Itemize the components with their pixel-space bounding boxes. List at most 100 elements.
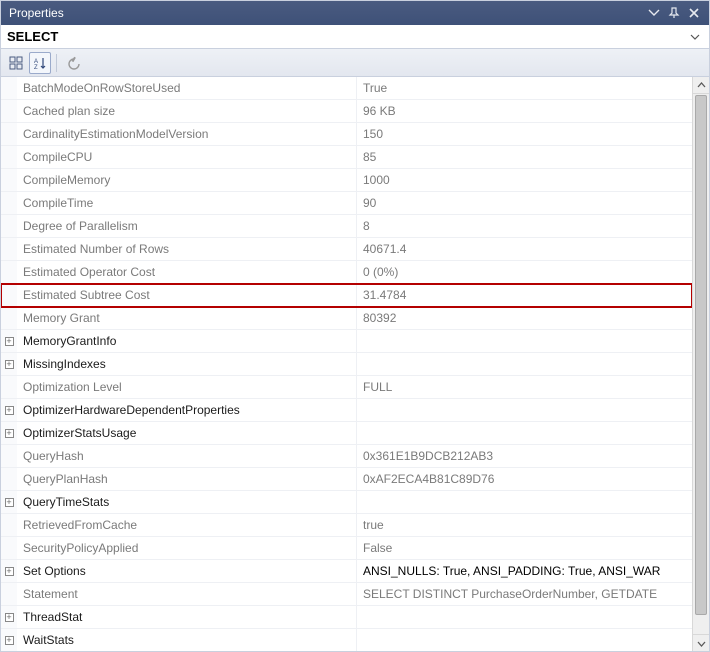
vertical-scrollbar[interactable] (692, 77, 709, 651)
property-name: MemoryGrantInfo (17, 330, 357, 352)
expand-spacer (1, 238, 17, 260)
property-name: Statement (17, 583, 357, 605)
property-name: Cached plan size (17, 100, 357, 122)
property-row[interactable]: +OptimizerStatsUsage (1, 422, 692, 445)
property-row[interactable]: +Set OptionsANSI_NULLS: True, ANSI_PADDI… (1, 560, 692, 583)
property-row[interactable]: BatchModeOnRowStoreUsedTrue (1, 77, 692, 100)
property-name: Estimated Number of Rows (17, 238, 357, 260)
expand-spacer (1, 284, 17, 306)
properties-grid[interactable]: BatchModeOnRowStoreUsedTrueCached plan s… (1, 77, 692, 651)
property-row[interactable]: CompileMemory1000 (1, 169, 692, 192)
toolbar-separator (56, 54, 57, 72)
property-row[interactable]: CardinalityEstimationModelVersion150 (1, 123, 692, 146)
property-row[interactable]: CompileTime90 (1, 192, 692, 215)
property-row[interactable]: Estimated Number of Rows40671.4 (1, 238, 692, 261)
property-name: Memory Grant (17, 307, 357, 329)
property-row[interactable]: QueryPlanHash0xAF2ECA4B81C89D76 (1, 468, 692, 491)
expand-toggle[interactable]: + (1, 422, 17, 444)
property-value[interactable]: ANSI_NULLS: True, ANSI_PADDING: True, AN… (357, 560, 692, 582)
window-options-icon[interactable] (645, 4, 663, 22)
property-value: 150 (357, 123, 692, 145)
property-name: SecurityPolicyApplied (17, 537, 357, 559)
property-name: QueryPlanHash (17, 468, 357, 490)
plus-icon: + (5, 636, 14, 645)
property-row[interactable]: Cached plan size96 KB (1, 100, 692, 123)
property-name: Estimated Subtree Cost (17, 284, 357, 306)
property-name: Degree of Parallelism (17, 215, 357, 237)
property-value: 8 (357, 215, 692, 237)
property-row[interactable]: +ThreadStat (1, 606, 692, 629)
property-value: 0 (0%) (357, 261, 692, 283)
property-value[interactable] (357, 330, 692, 352)
property-row[interactable]: Estimated Subtree Cost31.4784 (1, 284, 692, 307)
property-value: true (357, 514, 692, 536)
scroll-down-arrow[interactable] (693, 634, 709, 651)
expand-toggle[interactable]: + (1, 629, 17, 651)
property-value: 96 KB (357, 100, 692, 122)
property-row[interactable]: Degree of Parallelism8 (1, 215, 692, 238)
property-name: CompileCPU (17, 146, 357, 168)
property-name: ThreadStat (17, 606, 357, 628)
expand-spacer (1, 77, 17, 99)
property-row[interactable]: Memory Grant80392 (1, 307, 692, 330)
expand-spacer (1, 215, 17, 237)
plus-icon: + (5, 360, 14, 369)
property-value[interactable] (357, 422, 692, 444)
expand-spacer (1, 376, 17, 398)
expand-toggle[interactable]: + (1, 353, 17, 375)
expand-toggle[interactable]: + (1, 330, 17, 352)
expand-spacer (1, 445, 17, 467)
property-row[interactable]: StatementSELECT DISTINCT PurchaseOrderNu… (1, 583, 692, 606)
property-value: 31.4784 (357, 284, 692, 306)
alphabetical-button[interactable]: AZ (29, 52, 51, 74)
property-row[interactable]: QueryHash0x361E1B9DCB212AB3 (1, 445, 692, 468)
property-row[interactable]: CompileCPU85 (1, 146, 692, 169)
property-value: 1000 (357, 169, 692, 191)
scroll-thumb[interactable] (695, 95, 707, 615)
property-value[interactable] (357, 606, 692, 628)
property-value: FULL (357, 376, 692, 398)
object-dropdown-icon[interactable] (687, 29, 703, 45)
property-value: 85 (357, 146, 692, 168)
window-title: Properties (9, 6, 643, 20)
plus-icon: + (5, 406, 14, 415)
close-icon[interactable] (685, 4, 703, 22)
property-row[interactable]: +OptimizerHardwareDependentProperties (1, 399, 692, 422)
property-row[interactable]: +QueryTimeStats (1, 491, 692, 514)
property-value[interactable] (357, 629, 692, 651)
property-row[interactable]: +MissingIndexes (1, 353, 692, 376)
title-bar: Properties (1, 1, 709, 25)
expand-toggle[interactable]: + (1, 399, 17, 421)
expand-toggle[interactable]: + (1, 606, 17, 628)
expand-spacer (1, 514, 17, 536)
property-row[interactable]: +MemoryGrantInfo (1, 330, 692, 353)
property-name: QueryHash (17, 445, 357, 467)
property-name: MissingIndexes (17, 353, 357, 375)
categorized-button[interactable] (5, 52, 27, 74)
property-name: BatchModeOnRowStoreUsed (17, 77, 357, 99)
property-value: False (357, 537, 692, 559)
property-row[interactable]: +WaitStats (1, 629, 692, 651)
property-row[interactable]: RetrievedFromCachetrue (1, 514, 692, 537)
property-value[interactable] (357, 491, 692, 513)
property-row[interactable]: SecurityPolicyAppliedFalse (1, 537, 692, 560)
expand-toggle[interactable]: + (1, 560, 17, 582)
property-pages-button[interactable] (62, 52, 84, 74)
property-value: 0xAF2ECA4B81C89D76 (357, 468, 692, 490)
property-name: OptimizerHardwareDependentProperties (17, 399, 357, 421)
property-value: SELECT DISTINCT PurchaseOrderNumber, GET… (357, 583, 692, 605)
property-value: 80392 (357, 307, 692, 329)
property-row[interactable]: Optimization LevelFULL (1, 376, 692, 399)
svg-text:Z: Z (34, 65, 38, 70)
expand-toggle[interactable]: + (1, 491, 17, 513)
pin-icon[interactable] (665, 4, 683, 22)
property-name: OptimizerStatsUsage (17, 422, 357, 444)
property-value[interactable] (357, 353, 692, 375)
plus-icon: + (5, 337, 14, 346)
expand-spacer (1, 468, 17, 490)
scroll-up-arrow[interactable] (693, 77, 709, 94)
property-name: CardinalityEstimationModelVersion (17, 123, 357, 145)
property-name: WaitStats (17, 629, 357, 651)
property-value[interactable] (357, 399, 692, 421)
property-row[interactable]: Estimated Operator Cost0 (0%) (1, 261, 692, 284)
